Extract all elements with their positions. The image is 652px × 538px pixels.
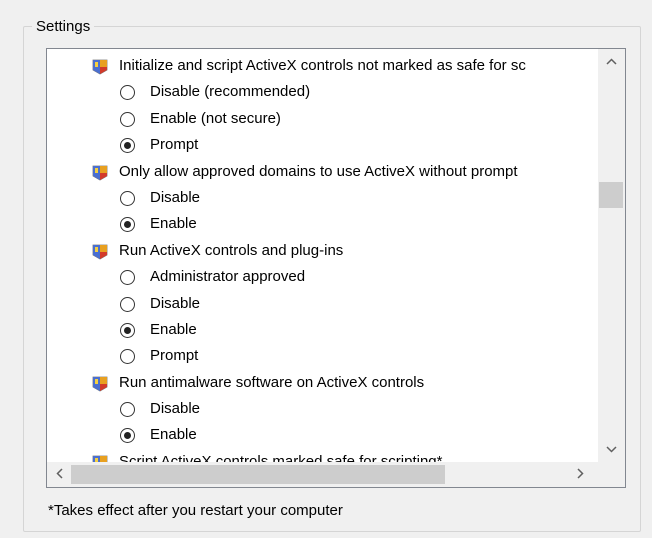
setting-option[interactable]: Enable — [47, 211, 598, 237]
restart-footnote: *Takes effect after you restart your com… — [48, 502, 343, 519]
setting-category: Run antimalware software on ActiveX cont… — [47, 370, 598, 396]
option-label[interactable]: Disable (recommended) — [150, 79, 310, 105]
category-label: Only allow approved domains to use Activ… — [119, 162, 518, 180]
chevron-up-icon[interactable] — [598, 49, 625, 73]
radio-button[interactable] — [120, 217, 135, 233]
radio-button[interactable] — [120, 270, 135, 286]
setting-category: Only allow approved domains to use Activ… — [47, 159, 598, 185]
shield-icon — [92, 243, 108, 260]
radio-button[interactable] — [120, 322, 135, 338]
radio-button[interactable] — [120, 402, 135, 418]
category-label: Run antimalware software on ActiveX cont… — [119, 373, 425, 391]
option-label[interactable]: Enable — [150, 422, 197, 448]
settings-tree: Initialize and script ActiveX controls n… — [47, 53, 598, 462]
option-label[interactable]: Enable — [150, 317, 197, 343]
setting-option[interactable]: Disable — [47, 291, 598, 317]
category-label: Script ActiveX controls marked safe for … — [119, 452, 443, 462]
radio-button[interactable] — [120, 296, 135, 312]
shield-icon — [92, 164, 108, 181]
settings-group-title: Settings — [32, 17, 95, 37]
setting-option[interactable]: Enable — [47, 317, 598, 343]
chevron-left-icon[interactable] — [47, 462, 71, 487]
option-label[interactable]: Disable — [150, 185, 200, 211]
setting-option[interactable]: Prompt — [47, 132, 598, 158]
setting-category: Run ActiveX controls and plug-ins — [47, 238, 598, 264]
setting-category: Script ActiveX controls marked safe for … — [47, 449, 598, 462]
setting-option[interactable]: Disable — [47, 185, 598, 211]
setting-option[interactable]: Enable (not secure) — [47, 106, 598, 132]
settings-list-viewport: Initialize and script ActiveX controls n… — [47, 49, 598, 462]
radio-button[interactable] — [120, 349, 135, 365]
shield-icon — [92, 58, 108, 75]
shield-icon — [92, 454, 108, 462]
radio-button[interactable] — [120, 111, 135, 127]
option-label[interactable]: Enable — [150, 211, 197, 237]
option-label[interactable]: Administrator approved — [150, 264, 305, 290]
setting-option[interactable]: Disable (recommended) — [47, 79, 598, 105]
category-label: Initialize and script ActiveX controls n… — [119, 57, 526, 74]
setting-option[interactable]: Disable — [47, 396, 598, 422]
chevron-right-icon[interactable] — [568, 462, 592, 487]
radio-button[interactable] — [120, 85, 135, 101]
chevron-down-icon[interactable] — [598, 437, 625, 461]
radio-button[interactable] — [120, 190, 135, 206]
option-label[interactable]: Enable (not secure) — [150, 106, 281, 132]
option-label[interactable]: Prompt — [150, 132, 198, 158]
option-label[interactable]: Prompt — [150, 343, 198, 369]
category-label: Run ActiveX controls and plug-ins — [119, 241, 344, 259]
radio-button[interactable] — [120, 428, 135, 444]
option-label[interactable]: Disable — [150, 291, 200, 317]
horizontal-scroll-thumb[interactable] — [71, 465, 445, 484]
settings-list[interactable]: Initialize and script ActiveX controls n… — [46, 48, 626, 488]
setting-option[interactable]: Prompt — [47, 343, 598, 369]
scrollbar-corner — [598, 462, 625, 487]
radio-button[interactable] — [120, 138, 135, 154]
option-label[interactable]: Disable — [150, 396, 200, 422]
vertical-scrollbar[interactable] — [598, 49, 625, 462]
horizontal-scrollbar[interactable] — [47, 462, 598, 487]
vertical-scroll-thumb[interactable] — [599, 182, 623, 208]
shield-icon — [92, 375, 108, 392]
setting-category: Initialize and script ActiveX controls n… — [47, 53, 598, 79]
setting-option[interactable]: Administrator approved — [47, 264, 598, 290]
setting-option[interactable]: Enable — [47, 422, 598, 448]
